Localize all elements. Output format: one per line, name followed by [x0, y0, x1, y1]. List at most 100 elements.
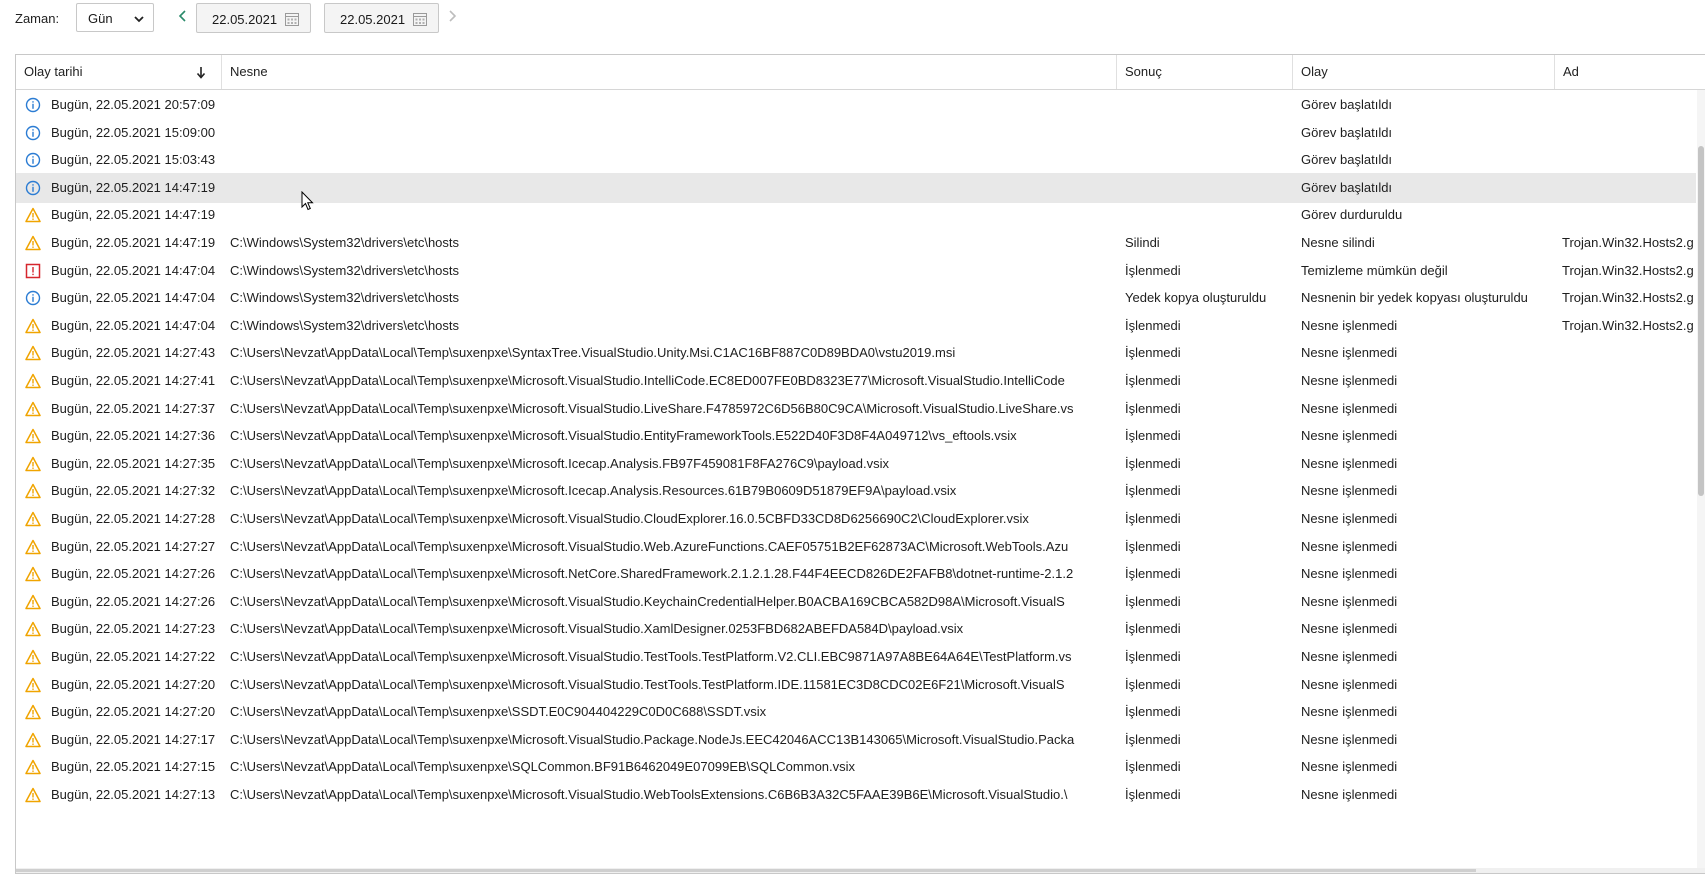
calendar-icon[interactable]: [412, 11, 428, 27]
cell-object: C:\Users\Nevzat\AppData\Local\Temp\suxen…: [230, 731, 1075, 747]
table-row[interactable]: Bugün, 22.05.2021 14:47:04 C:\Windows\Sys…: [16, 311, 1696, 341]
table-row[interactable]: Bugün, 22.05.2021 14:27:26 C:\Users\Nevza…: [16, 587, 1696, 617]
horizontal-scrollbar[interactable]: [16, 868, 1705, 873]
cell-object: C:\Users\Nevzat\AppData\Local\Temp\suxen…: [230, 566, 1074, 582]
cell-result: İşlenmedi: [1125, 428, 1181, 444]
date-from-field[interactable]: 22.05.2021: [196, 3, 311, 33]
table-row[interactable]: Bugün, 22.05.2021 14:27:36 C:\Users\Nevza…: [16, 421, 1696, 451]
warning-icon: [25, 428, 41, 444]
cell-result: İşlenmedi: [1125, 345, 1181, 361]
cell-name: [1562, 394, 1702, 424]
cell-event: Nesne işlenmedi: [1301, 704, 1398, 720]
table-row[interactable]: Bugün, 22.05.2021 14:27:22 C:\Users\Nevza…: [16, 642, 1696, 672]
cell-name: [1562, 532, 1702, 562]
cell-name: [1562, 725, 1702, 755]
cell-result: Yedek kopya oluşturuldu: [1125, 290, 1267, 306]
cell-result: [1125, 145, 1295, 175]
table-row[interactable]: Bugün, 22.05.2021 14:27:41 C:\Users\Nevza…: [16, 366, 1696, 396]
column-header-result[interactable]: Sonuç: [1117, 55, 1293, 89]
cell-result: İşlenmedi: [1125, 262, 1181, 278]
cell-object: C:\Users\Nevzat\AppData\Local\Temp\suxen…: [230, 704, 767, 720]
cell-object: C:\Users\Nevzat\AppData\Local\Temp\suxen…: [230, 455, 889, 471]
cell-name: [1562, 118, 1702, 148]
vertical-scrollbar[interactable]: [1697, 90, 1705, 873]
warning-icon: [25, 456, 41, 472]
chevron-down-icon: [134, 16, 144, 23]
cell-name: [1562, 173, 1702, 203]
table-row[interactable]: Bugün, 22.05.2021 14:27:27 C:\Users\Nevza…: [16, 532, 1696, 562]
table-row[interactable]: Bugün, 22.05.2021 14:47:19 C:\Windows\Sys…: [16, 228, 1696, 258]
cell-event: Nesne işlenmedi: [1301, 731, 1398, 747]
warning-icon: [25, 594, 41, 610]
table-row[interactable]: Bugün, 22.05.2021 14:47:04 C:\Windows\Sys…: [16, 256, 1696, 286]
scrollbar-thumb[interactable]: [1698, 146, 1704, 496]
cell-result: [1125, 118, 1295, 148]
cell-name: [1562, 90, 1702, 120]
warning-icon: [25, 759, 41, 775]
warning-icon: [25, 235, 41, 251]
warning-icon: [25, 483, 41, 499]
table-row[interactable]: Bugün, 22.05.2021 14:27:43 C:\Users\Nevza…: [16, 338, 1696, 368]
column-header-label: Nesne: [230, 64, 268, 79]
chevron-right-icon[interactable]: [447, 10, 457, 22]
date-to-field[interactable]: 22.05.2021: [324, 3, 439, 33]
cell-date: Bugün, 22.05.2021 14:27:35: [51, 455, 216, 471]
cell-result: İşlenmedi: [1125, 455, 1181, 471]
table-row[interactable]: Bugün, 22.05.2021 14:47:19 Görev başlatıl…: [16, 172, 1696, 203]
table-row[interactable]: Bugün, 22.05.2021 14:27:32 C:\Users\Nevza…: [16, 476, 1696, 506]
cell-object: C:\Users\Nevzat\AppData\Local\Temp\suxen…: [230, 511, 1029, 526]
warning-icon: [25, 511, 41, 527]
cell-object: C:\Users\Nevzat\AppData\Local\Temp\suxen…: [230, 676, 1065, 692]
column-header-name[interactable]: Ad: [1555, 55, 1705, 89]
cell-event: Nesne işlenmedi: [1301, 759, 1398, 775]
chevron-left-icon[interactable]: [178, 10, 188, 22]
cell-date: Bugün, 22.05.2021 14:27:23: [51, 621, 216, 637]
warning-icon: [25, 207, 41, 223]
table-row[interactable]: Bugün, 22.05.2021 14:27:13 C:\Users\Nevza…: [16, 780, 1696, 810]
column-header-date[interactable]: Olay tarihi: [16, 55, 222, 89]
cell-object: C:\Users\Nevzat\AppData\Local\Temp\suxen…: [230, 787, 1068, 802]
cell-object: [230, 145, 1116, 175]
cell-result: İşlenmedi: [1125, 593, 1181, 609]
table-row[interactable]: Bugün, 22.05.2021 14:27:26 C:\Users\Nevza…: [16, 559, 1696, 589]
cell-object: C:\Windows\System32\drivers\etc\hosts: [230, 290, 460, 306]
cell-name: [1562, 504, 1702, 534]
sort-down-icon: [196, 67, 206, 79]
info-icon: [25, 152, 41, 168]
table-row[interactable]: Bugün, 22.05.2021 14:27:37 C:\Users\Nevza…: [16, 394, 1696, 424]
column-header-event[interactable]: Olay: [1293, 55, 1555, 89]
cell-result: İşlenmedi: [1125, 649, 1181, 664]
cell-name: [1562, 752, 1702, 782]
cell-name: [1562, 338, 1702, 368]
info-icon: [25, 97, 41, 113]
warning-icon: [25, 318, 41, 334]
table-row[interactable]: Bugün, 22.05.2021 15:03:43 Görev başlatıl…: [16, 145, 1696, 175]
table-row[interactable]: Bugün, 22.05.2021 14:27:17 C:\Users\Nevza…: [16, 725, 1696, 755]
cell-event: Nesne işlenmedi: [1301, 317, 1398, 333]
table-row[interactable]: Bugün, 22.05.2021 14:27:20 C:\Users\Nevza…: [16, 697, 1696, 727]
table-row[interactable]: Bugün, 22.05.2021 14:27:20 C:\Users\Nevza…: [16, 670, 1696, 700]
calendar-icon[interactable]: [284, 11, 300, 27]
table-row[interactable]: Bugün, 22.05.2021 14:27:23 C:\Users\Nevza…: [16, 614, 1696, 644]
table-header: Olay tarihi Nesne Sonuç Olay Ad: [16, 55, 1705, 90]
table-row[interactable]: Bugün, 22.05.2021 14:27:15 C:\Users\Nevza…: [16, 752, 1696, 782]
table-row[interactable]: Bugün, 22.05.2021 14:47:04 C:\Windows\Sys…: [16, 283, 1696, 313]
cell-name: [1562, 449, 1702, 479]
table-row[interactable]: Bugün, 22.05.2021 14:27:28 C:\Users\Nevza…: [16, 504, 1696, 534]
warning-icon: [25, 345, 41, 361]
cell-name: [1562, 670, 1702, 700]
warning-icon: [25, 401, 41, 417]
period-select[interactable]: Gün: [76, 3, 154, 32]
cell-date: Bugün, 22.05.2021 14:27:43: [51, 345, 216, 361]
table-row[interactable]: Bugün, 22.05.2021 14:47:19 Görev durdurul…: [16, 200, 1696, 230]
cell-event: Nesne işlenmedi: [1301, 483, 1398, 499]
table-row[interactable]: Bugün, 22.05.2021 15:09:00 Görev başlatıl…: [16, 118, 1696, 148]
table-row[interactable]: Bugün, 22.05.2021 14:27:35 C:\Users\Nevza…: [16, 449, 1696, 479]
column-header-object[interactable]: Nesne: [222, 55, 1117, 89]
cell-object: C:\Users\Nevzat\AppData\Local\Temp\suxen…: [230, 621, 964, 637]
cell-result: İşlenmedi: [1125, 400, 1181, 416]
scrollbar-thumb[interactable]: [16, 869, 1476, 872]
table-row[interactable]: Bugün, 22.05.2021 20:57:09 Görev başlatıl…: [16, 90, 1696, 120]
cell-object: C:\Users\Nevzat\AppData\Local\Temp\suxen…: [230, 759, 856, 775]
cell-name: Trojan.Win32.Hosts2.g: [1562, 317, 1694, 333]
